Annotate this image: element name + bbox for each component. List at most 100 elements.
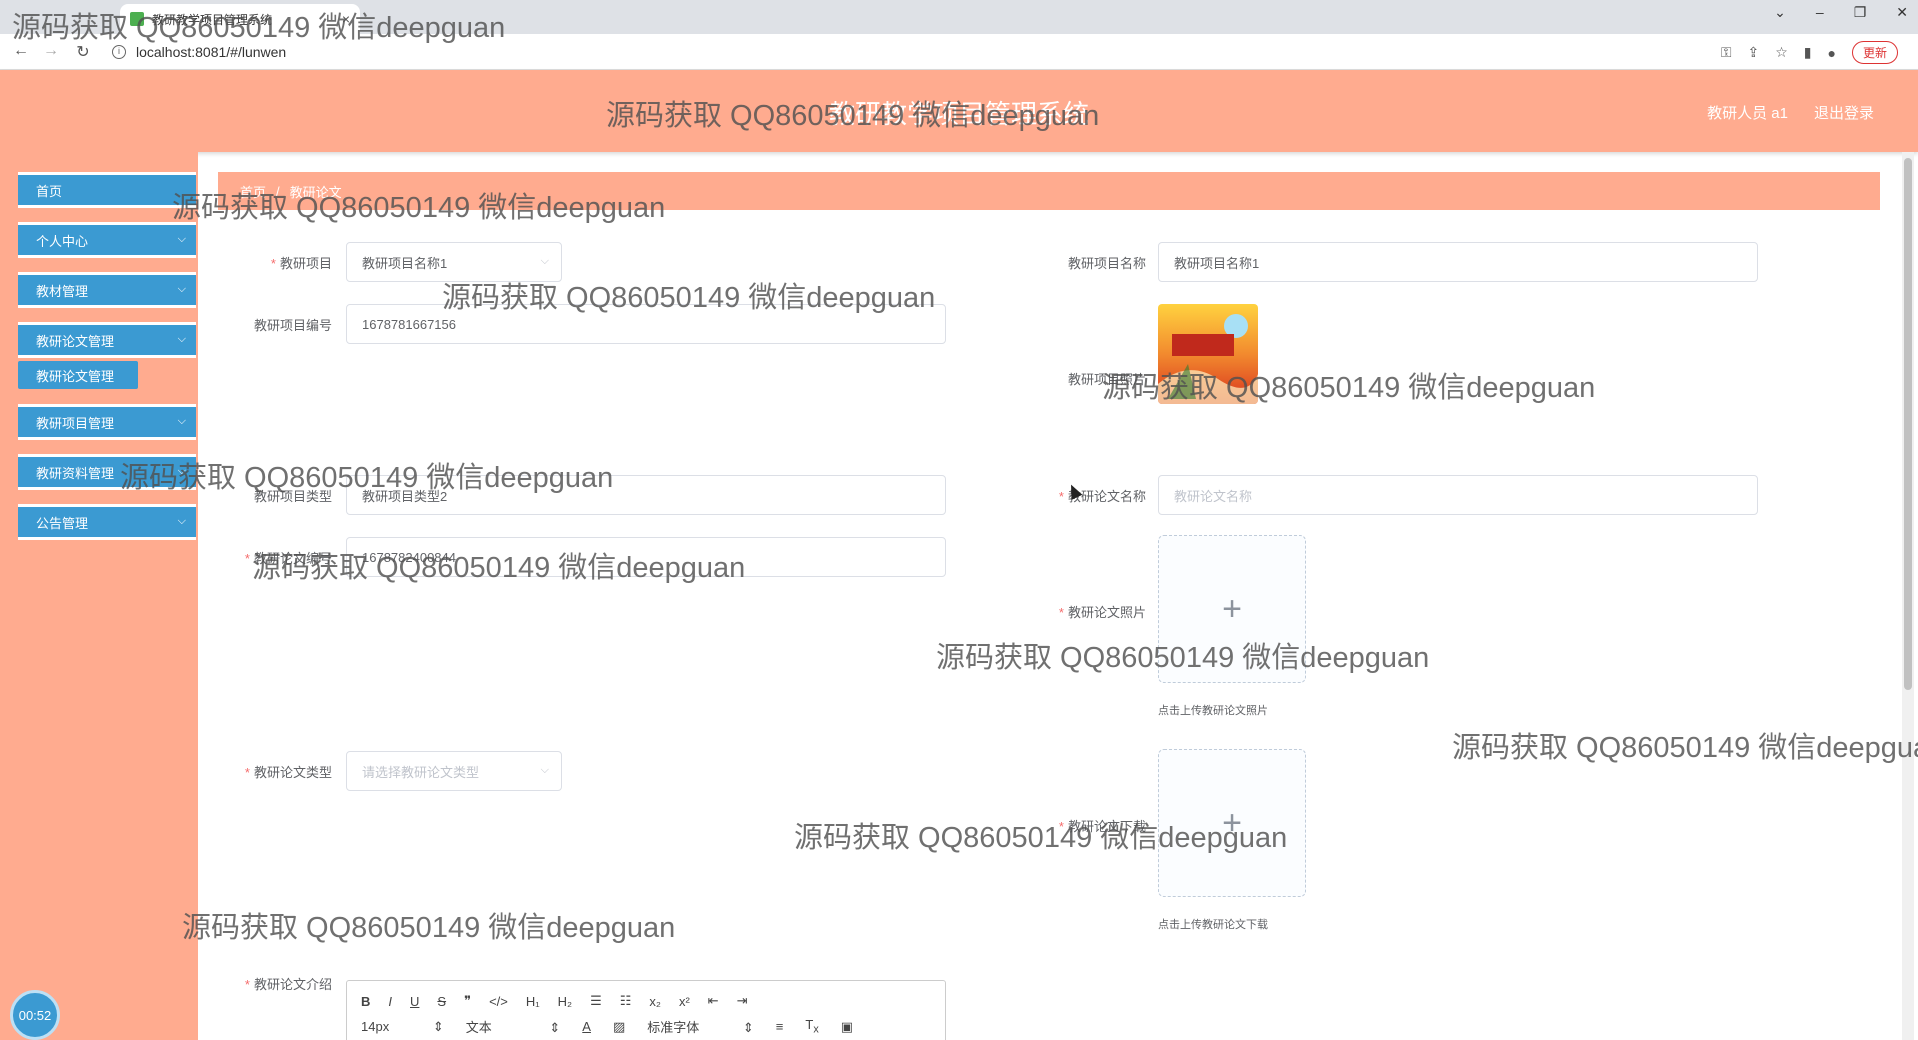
- project-name-label: 教研项目名称: [1067, 256, 1146, 271]
- plus-icon: +: [1222, 803, 1242, 842]
- align-icon[interactable]: ≡: [776, 1019, 784, 1034]
- subscript-icon[interactable]: x₂: [649, 994, 661, 1009]
- sidepanel-icon[interactable]: ▮: [1804, 44, 1812, 61]
- address-bar: ← → ↻ i localhost:8081/#/lunwen ⚿ ⇪ ☆ ▮ …: [0, 34, 1918, 70]
- sidebar-item-label: 教研项目管理: [36, 415, 115, 431]
- watermark: 源码获取 QQ86050149 微信deepguan: [1452, 732, 1918, 764]
- project-type-field[interactable]: 教研项目类型2: [346, 475, 946, 515]
- superscript-icon[interactable]: x²: [679, 994, 690, 1009]
- share-icon[interactable]: ⇪: [1748, 44, 1760, 61]
- user-label: 教研人员 a1: [1707, 105, 1788, 122]
- sidebar-item-personal-center[interactable]: 个人中心 ⌵: [18, 222, 196, 258]
- restore-icon[interactable]: ❐: [1854, 4, 1867, 21]
- chevron-down-icon: ⌵: [540, 255, 549, 267]
- paper-no-label: * 教研论文编号: [244, 551, 332, 566]
- editor-toolbar-row2: 14px ⇕ 文本 ⇕ A ▨ 标准字体 ⇕ ≡ Tx ▣: [361, 1017, 853, 1036]
- bold-icon[interactable]: B: [361, 994, 370, 1009]
- text-style-select[interactable]: 文本 ⇕: [466, 1017, 561, 1036]
- logout-button[interactable]: 退出登录: [1814, 102, 1874, 123]
- close-icon[interactable]: ×: [342, 11, 350, 27]
- outdent-icon[interactable]: ⇤: [708, 993, 719, 1009]
- star-icon[interactable]: ☆: [1775, 44, 1788, 61]
- paper-photo-upload[interactable]: +: [1158, 535, 1306, 683]
- key-icon[interactable]: ⚿: [1721, 44, 1732, 61]
- rich-text-editor[interactable]: B I U S ❞ </> H₁ H₂ ☰ ☷ x₂ x² ⇤ ⇥ 14px ⇕…: [346, 980, 946, 1040]
- sidebar-item-label: 教研资料管理: [36, 465, 115, 481]
- header-actions: 教研人员 a1 退出登录: [1707, 102, 1874, 123]
- forward-icon[interactable]: →: [36, 42, 66, 60]
- sidebar-subitem-paper[interactable]: 教研论文管理: [18, 361, 138, 389]
- paper-photo-label: * 教研论文照片: [1058, 605, 1146, 620]
- background-color-icon[interactable]: ▨: [613, 1019, 625, 1035]
- paper-name-field[interactable]: 教研论文名称: [1158, 475, 1758, 515]
- browser-tabbar: 教研教学项目管理系统 × ⌄ – ❐ ✕: [0, 0, 1918, 34]
- url-text: localhost:8081/#/lunwen: [136, 44, 287, 60]
- favicon-icon: [130, 12, 144, 26]
- project-label: * 教研项目: [270, 256, 332, 271]
- blockquote-icon[interactable]: ❞: [464, 993, 471, 1009]
- sidebar: 首页 个人中心 ⌵ 教材管理 ⌵ 教研论文管理 ⌵ 教研论文管理 教研项目管理 ⌵ 教研…: [0, 152, 198, 1040]
- minimize-icon[interactable]: –: [1816, 4, 1824, 21]
- project-no-field[interactable]: 1678781667156: [346, 304, 946, 344]
- paper-no-field[interactable]: 1678782400844: [346, 537, 946, 577]
- paper-photo-hint: 点击上传教研论文照片: [1158, 705, 1268, 717]
- page-title: 教研教学项目管理系统: [828, 99, 1089, 129]
- breadcrumb-current: 教研论文: [289, 184, 342, 200]
- sidebar-item-material[interactable]: 教研资料管理 ⌵: [18, 454, 196, 490]
- sidebar-item-label: 首页: [36, 183, 63, 199]
- chevron-down-icon: ⌵: [540, 764, 549, 776]
- sidebar-item-textbook[interactable]: 教材管理 ⌵: [18, 272, 196, 308]
- sidebar-item-label: 教材管理: [36, 283, 89, 299]
- chevron-down-icon: ⌵: [177, 233, 186, 245]
- update-button[interactable]: 更新: [1851, 41, 1898, 64]
- sidebar-item-label: 公告管理: [36, 515, 89, 531]
- code-icon[interactable]: </>: [489, 994, 508, 1009]
- italic-icon[interactable]: I: [388, 994, 392, 1009]
- paper-download-hint: 点击上传教研论文下载: [1158, 919, 1268, 931]
- project-type-label: 教研项目类型: [253, 489, 332, 504]
- close-window-icon[interactable]: ✕: [1896, 4, 1908, 21]
- project-photo-icon: [1158, 304, 1258, 404]
- scrollbar-thumb[interactable]: [1904, 158, 1912, 690]
- font-family-select[interactable]: 标准字体 ⇕: [647, 1017, 754, 1036]
- browser-tab[interactable]: 教研教学项目管理系统 ×: [120, 4, 360, 34]
- project-photo-image[interactable]: [1158, 304, 1258, 404]
- window-controls: ⌄ – ❐ ✕: [1774, 4, 1908, 21]
- sidebar-item-label: 个人中心: [36, 233, 89, 249]
- h2-icon[interactable]: H₂: [558, 994, 572, 1009]
- profile-icon[interactable]: ●: [1828, 45, 1836, 61]
- project-photo-label: 教研项目照片: [1067, 372, 1146, 387]
- paper-download-upload[interactable]: +: [1158, 749, 1306, 897]
- bullet-list-icon[interactable]: ☷: [620, 993, 632, 1009]
- image-icon[interactable]: ▣: [841, 1019, 853, 1035]
- clear-format-icon[interactable]: Tx: [805, 1017, 818, 1036]
- sidebar-item-home[interactable]: 首页: [18, 172, 196, 208]
- project-select[interactable]: 教研项目名称1 ⌵: [346, 242, 562, 282]
- font-size-select[interactable]: 14px ⇕: [361, 1019, 444, 1035]
- editor-toolbar-row1: B I U S ❞ </> H₁ H₂ ☰ ☷ x₂ x² ⇤ ⇥: [361, 993, 748, 1009]
- project-name-field[interactable]: 教研项目名称1: [1158, 242, 1758, 282]
- chevron-up-icon: ⌵: [177, 333, 186, 345]
- sidebar-item-notice[interactable]: 公告管理 ⌵: [18, 504, 196, 540]
- breadcrumb-separator: /: [276, 183, 280, 199]
- indent-icon[interactable]: ⇥: [737, 993, 748, 1009]
- back-icon[interactable]: ←: [6, 42, 36, 60]
- ordered-list-icon[interactable]: ☰: [590, 993, 602, 1009]
- timer-badge: 00:52: [10, 990, 60, 1040]
- reload-icon[interactable]: ↻: [68, 42, 98, 62]
- chevron-down-icon[interactable]: ⌄: [1774, 4, 1786, 21]
- info-icon[interactable]: i: [112, 45, 126, 59]
- h1-icon[interactable]: H₁: [526, 994, 540, 1009]
- breadcrumb-home[interactable]: 首页: [240, 182, 266, 201]
- sidebar-item-paper[interactable]: 教研论文管理 ⌵: [18, 322, 196, 358]
- scrollbar[interactable]: [1902, 152, 1914, 1040]
- plus-icon: +: [1222, 589, 1242, 628]
- chevron-down-icon: ⌵: [177, 415, 186, 427]
- paper-type-select[interactable]: 请选择教研论文类型 ⌵: [346, 751, 562, 791]
- sidebar-item-project[interactable]: 教研项目管理 ⌵: [18, 404, 196, 440]
- underline-icon[interactable]: U: [410, 994, 419, 1009]
- strike-icon[interactable]: S: [437, 994, 446, 1009]
- font-color-icon[interactable]: A: [582, 1019, 591, 1034]
- paper-name-label: * 教研论文名称: [1058, 489, 1146, 504]
- url-field[interactable]: i localhost:8081/#/lunwen: [112, 39, 1672, 65]
